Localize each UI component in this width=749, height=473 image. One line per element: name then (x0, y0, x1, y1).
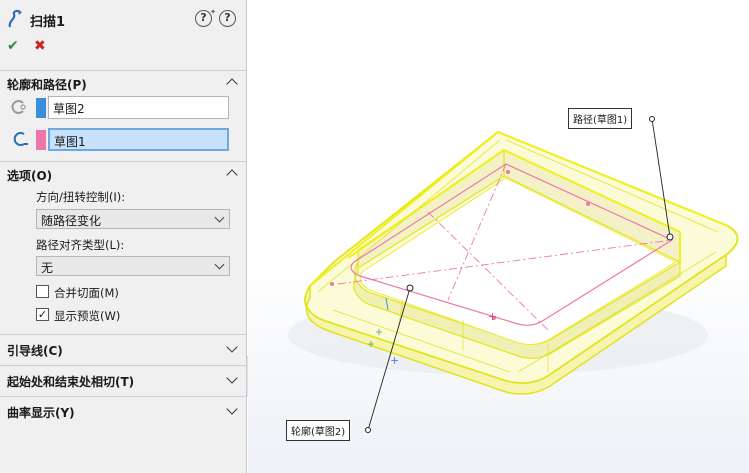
svg-text:+: + (390, 354, 399, 367)
profile-selection-box[interactable]: 草图2 (48, 96, 229, 119)
section-title: 引导线(C) (7, 344, 63, 358)
profile-icon (11, 100, 26, 114)
merge-faces-label: 合并切面(M) (54, 286, 119, 300)
orientation-select[interactable]: 随路径变化 (36, 209, 230, 229)
path-selection-row: 草图1 (0, 127, 246, 151)
svg-text:+: + (488, 310, 497, 323)
show-preview-label: 显示预览(W) (54, 309, 121, 323)
pm-header: 扫描1 ? ? (0, 0, 246, 36)
path-selection-box[interactable]: 草图1 (48, 128, 229, 151)
ok-button[interactable]: ✔ (7, 38, 19, 54)
help-icon[interactable]: ? (219, 10, 236, 27)
section-title: 选项(O) (7, 169, 53, 183)
sweep-icon (8, 9, 22, 28)
chevron-down-icon[interactable] (226, 403, 238, 415)
curvature-header[interactable]: 曲率显示(Y) (0, 397, 246, 427)
chevron-down-icon (214, 212, 225, 223)
sweep-preview-model: + + (288, 116, 739, 433)
tangency-section: 起始处和结束处相切(T) (0, 365, 246, 395)
tangency-header[interactable]: 起始处和结束处相切(T) (0, 366, 246, 396)
property-manager: 扫描1 ? ? ✔ ✖ 轮廓和路径(P) 草图2 草图1 (0, 0, 247, 473)
chevron-up-icon[interactable] (226, 169, 238, 181)
merge-faces-checkbox[interactable] (36, 285, 49, 298)
feature-title: 扫描1 (30, 15, 66, 30)
chevron-up-icon[interactable] (226, 78, 238, 90)
path-callout[interactable]: 路径(草图1) (568, 108, 633, 129)
detailed-preview-icon[interactable]: ? (195, 5, 216, 27)
profile-path-section: 轮廓和路径(P) 草图2 草图1 (0, 70, 246, 160)
section-title: 起始处和结束处相切(T) (7, 375, 135, 389)
path-icon (13, 132, 28, 146)
curvature-section: 曲率显示(Y) (0, 396, 246, 426)
guide-curves-header[interactable]: 引导线(C) (0, 335, 246, 365)
profile-callout[interactable]: 轮廓(草图2) (286, 420, 351, 441)
confirm-row: ✔ ✖ (0, 36, 246, 60)
profile-selection-row: 草图2 (0, 95, 246, 119)
show-preview-checkbox[interactable]: ✓ (36, 308, 49, 321)
section-title: 曲率显示(Y) (7, 406, 75, 420)
chevron-down-icon[interactable] (226, 341, 238, 353)
graphics-viewport[interactable]: + + 路径(草图1) 轮廓(草图2) (248, 0, 749, 473)
options-section: 选项(O) 方向/扭转控制(I): 随路径变化 路径对齐类型(L): 无 合并切… (0, 161, 246, 333)
cancel-button[interactable]: ✖ (34, 38, 46, 54)
orientation-value: 随路径变化 (41, 214, 102, 228)
orientation-label: 方向/扭转控制(I): (36, 190, 126, 204)
alignment-value: 无 (41, 261, 54, 275)
profile-path-header[interactable]: 轮廓和路径(P) (0, 71, 246, 95)
guide-curves-section: 引导线(C) (0, 334, 246, 364)
alignment-label: 路径对齐类型(L): (36, 238, 125, 252)
options-header[interactable]: 选项(O) (0, 162, 246, 186)
chevron-down-icon[interactable] (226, 372, 238, 384)
alignment-select[interactable]: 无 (36, 256, 230, 276)
section-title: 轮廓和路径(P) (7, 78, 87, 92)
chevron-down-icon (214, 259, 225, 270)
profile-color-swatch (36, 98, 46, 118)
path-color-swatch (36, 130, 46, 150)
